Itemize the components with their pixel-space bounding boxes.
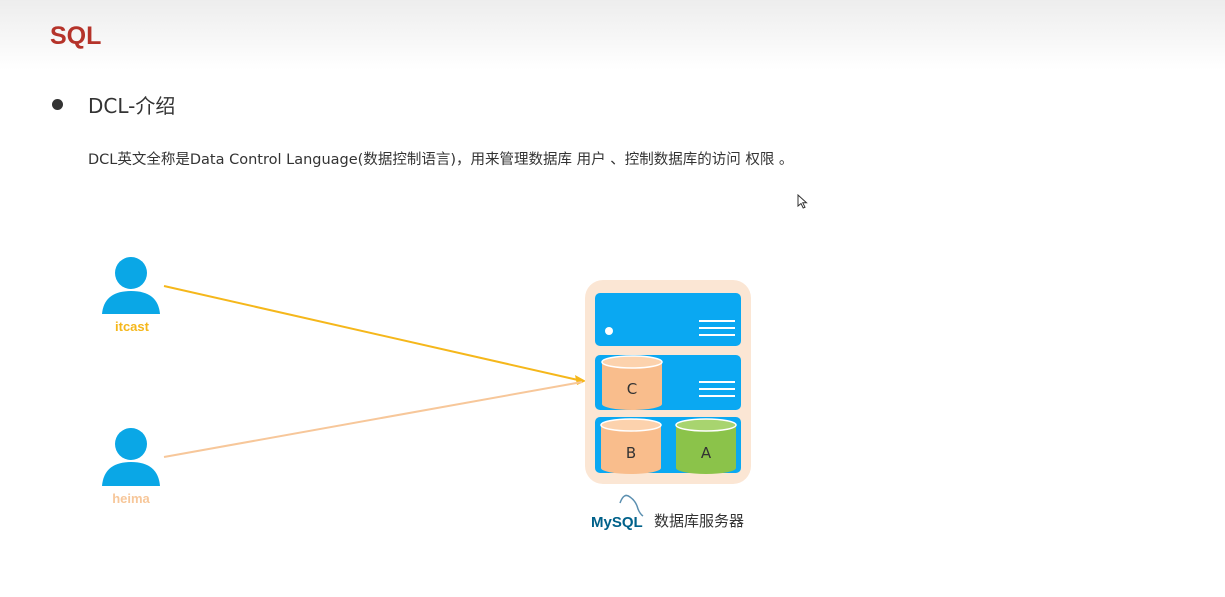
mysql-logo: MySQL xyxy=(591,494,644,531)
mysql-logo-text: MySQL xyxy=(591,514,643,531)
database-c-label: C xyxy=(627,380,637,398)
arrow-itcast-to-server xyxy=(163,285,586,385)
user-heima-icon xyxy=(102,428,160,486)
database-server: C B A xyxy=(585,280,751,484)
dcl-diagram: itcast heima C B A MySQL xyxy=(102,257,751,531)
arrow-heima-to-server xyxy=(163,381,583,458)
database-a-label: A xyxy=(701,444,712,462)
server-caption: 数据库服务器 xyxy=(654,512,745,530)
user-heima-label: heima xyxy=(112,491,150,506)
user-itcast-icon xyxy=(102,257,160,314)
server-unit-top xyxy=(595,293,741,346)
database-b-label: B xyxy=(626,444,636,462)
user-itcast-label: itcast xyxy=(115,319,150,334)
